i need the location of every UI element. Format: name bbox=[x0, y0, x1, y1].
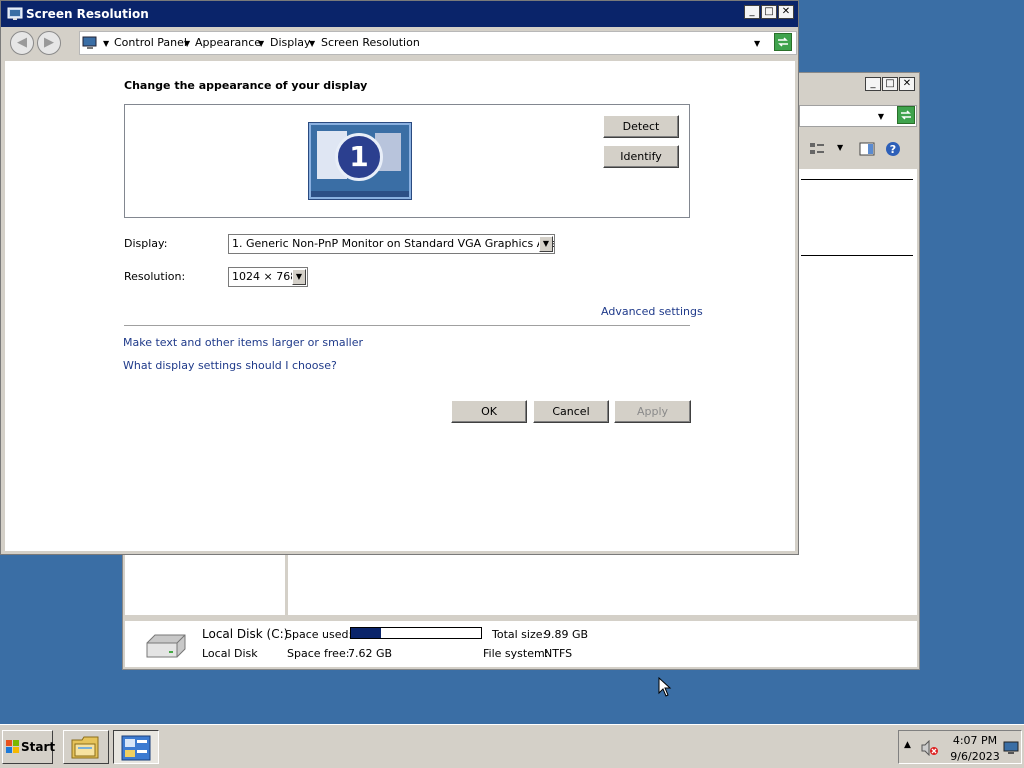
taskbar-thumbnail bbox=[311, 191, 409, 197]
close-icon[interactable]: ✕ bbox=[778, 5, 794, 19]
breadcrumb-chevron-icon[interactable]: ▼ bbox=[184, 39, 190, 48]
clock-date[interactable]: 9/6/2023 bbox=[945, 750, 1005, 763]
resolution-select[interactable]: 1024 × 768 ▼ bbox=[228, 267, 308, 287]
breadcrumb-chevron-icon[interactable]: ▼ bbox=[309, 39, 315, 48]
screen-resolution-window[interactable]: Screen Resolution _ □ ✕ ◀ ▶ ▼ Control Pa… bbox=[0, 0, 799, 555]
breadcrumb-control-panel[interactable]: Control Panel bbox=[114, 36, 187, 49]
space-free-label: Space free: bbox=[287, 647, 350, 660]
control-panel-icon bbox=[121, 735, 151, 761]
hard-drive-icon bbox=[146, 634, 186, 658]
display-help-link[interactable]: What display settings should I choose? bbox=[123, 359, 337, 372]
identify-button[interactable]: Identify bbox=[603, 145, 679, 168]
divider bbox=[801, 255, 913, 256]
divider bbox=[124, 325, 690, 326]
display-select-value: 1. Generic Non-PnP Monitor on Standard V… bbox=[232, 237, 555, 250]
forward-button[interactable]: ▶ bbox=[37, 31, 61, 55]
text-size-link[interactable]: Make text and other items larger or smal… bbox=[123, 336, 363, 349]
details-pane: Local Disk (C:) Local Disk Space used: S… bbox=[125, 621, 917, 667]
view-dropdown-icon[interactable]: ▼ bbox=[837, 143, 843, 152]
apply-button[interactable]: Apply bbox=[614, 400, 691, 423]
breadcrumb-display[interactable]: Display bbox=[270, 36, 311, 49]
start-label: Start bbox=[21, 740, 56, 754]
help-icon[interactable]: ? bbox=[885, 141, 901, 157]
chevron-down-icon[interactable]: ▼ bbox=[878, 112, 884, 121]
taskbar-explorer-button[interactable] bbox=[63, 730, 109, 764]
show-desktop-icon[interactable] bbox=[1003, 741, 1019, 755]
monitor-1-icon[interactable]: 1 bbox=[309, 123, 411, 199]
monitor-number: 1 bbox=[335, 133, 383, 181]
navigation-bar: ◀ ▶ ▼ Control Panel ▼ Appearance ▼ Displ… bbox=[1, 27, 798, 59]
chevron-down-icon[interactable]: ▼ bbox=[292, 269, 306, 285]
volume-muted-icon[interactable] bbox=[921, 740, 939, 756]
space-free-value: 7.62 GB bbox=[348, 647, 393, 660]
clock-time[interactable]: 4:07 PM bbox=[945, 734, 1005, 747]
monitor-preview-box: 1 Detect Identify bbox=[124, 104, 690, 218]
breadcrumb-chevron-icon[interactable]: ▼ bbox=[103, 39, 109, 48]
window-titlebar[interactable]: Screen Resolution _ □ ✕ bbox=[1, 1, 798, 27]
detect-button[interactable]: Detect bbox=[603, 115, 679, 138]
space-used-bar bbox=[350, 627, 482, 639]
maximize-icon[interactable]: □ bbox=[882, 77, 898, 91]
background-toolbar: ▼ ? bbox=[799, 137, 917, 163]
breadcrumb-screen-resolution[interactable]: Screen Resolution bbox=[321, 36, 420, 49]
system-tray: ▲ 4:07 PM 9/6/2023 bbox=[898, 730, 1022, 764]
advanced-settings-link[interactable]: Advanced settings bbox=[601, 305, 703, 318]
taskbar-screen-resolution-button[interactable] bbox=[113, 730, 159, 764]
start-button[interactable]: Start bbox=[2, 730, 56, 764]
view-options-icon[interactable] bbox=[809, 141, 825, 157]
close-icon[interactable]: ✕ bbox=[899, 77, 915, 91]
drive-type: Local Disk bbox=[202, 647, 258, 660]
folder-icon bbox=[71, 736, 99, 759]
file-system-value: NTFS bbox=[544, 647, 573, 660]
address-dropdown-icon[interactable]: ▼ bbox=[754, 39, 760, 48]
breadcrumb-chevron-icon[interactable]: ▼ bbox=[258, 39, 264, 48]
window-title: Screen Resolution bbox=[26, 7, 149, 21]
space-used-label: Space used: bbox=[285, 628, 353, 641]
resolution-select-value: 1024 × 768 bbox=[232, 270, 298, 283]
address-bar[interactable]: ▼ Control Panel ▼ Appearance ▼ Display ▼… bbox=[79, 31, 797, 55]
refresh-icon[interactable] bbox=[897, 106, 915, 124]
display-icon bbox=[7, 7, 23, 20]
divider bbox=[801, 179, 913, 180]
breadcrumb-appearance[interactable]: Appearance bbox=[195, 36, 261, 49]
drive-name: Local Disk (C:) bbox=[202, 627, 289, 641]
space-used-bar-fill bbox=[351, 628, 381, 638]
settings-panel: Change the appearance of your display 1 … bbox=[5, 61, 795, 551]
control-panel-icon bbox=[82, 36, 97, 49]
svg-text:?: ? bbox=[890, 143, 896, 156]
show-hidden-icons-icon[interactable]: ▲ bbox=[904, 740, 911, 750]
maximize-icon[interactable]: □ bbox=[761, 5, 777, 19]
display-label: Display: bbox=[124, 237, 168, 250]
refresh-icon[interactable] bbox=[774, 33, 792, 51]
chevron-down-icon[interactable]: ▼ bbox=[539, 236, 553, 252]
taskbar: Start ▲ 4:07 PM 9/6/2023 bbox=[0, 724, 1024, 768]
windows-logo-icon bbox=[6, 740, 19, 753]
ok-button[interactable]: OK bbox=[451, 400, 527, 423]
preview-pane-icon[interactable] bbox=[859, 141, 875, 157]
back-button[interactable]: ◀ bbox=[10, 31, 34, 55]
total-size-value: 9.89 GB bbox=[544, 628, 589, 641]
cancel-button[interactable]: Cancel bbox=[533, 400, 609, 423]
display-select[interactable]: 1. Generic Non-PnP Monitor on Standard V… bbox=[228, 234, 555, 254]
mouse-cursor-icon bbox=[658, 677, 672, 697]
total-size-label: Total size: bbox=[492, 628, 547, 641]
minimize-icon[interactable]: _ bbox=[744, 5, 760, 19]
file-system-label: File system: bbox=[483, 647, 549, 660]
page-heading: Change the appearance of your display bbox=[124, 79, 368, 92]
resolution-label: Resolution: bbox=[124, 270, 186, 283]
minimize-icon[interactable]: _ bbox=[865, 77, 881, 91]
